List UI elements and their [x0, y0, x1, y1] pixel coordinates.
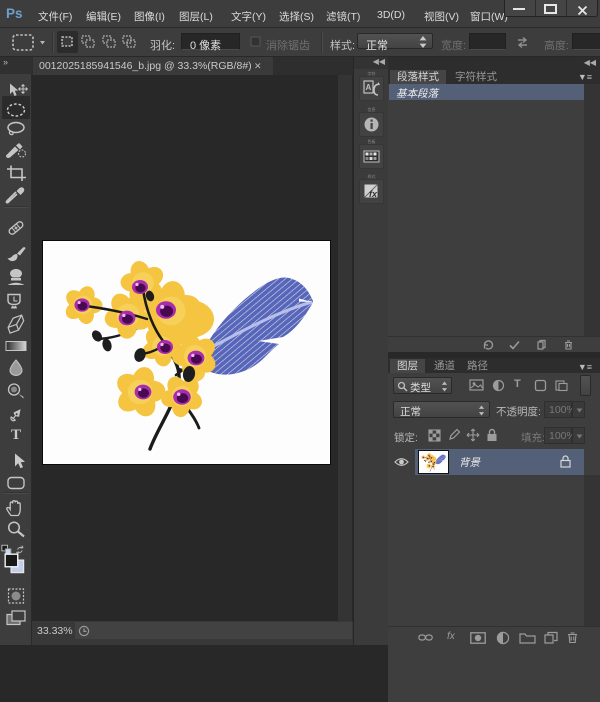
svg-text:A: A [366, 83, 372, 92]
svg-text:fx: fx [369, 189, 378, 199]
